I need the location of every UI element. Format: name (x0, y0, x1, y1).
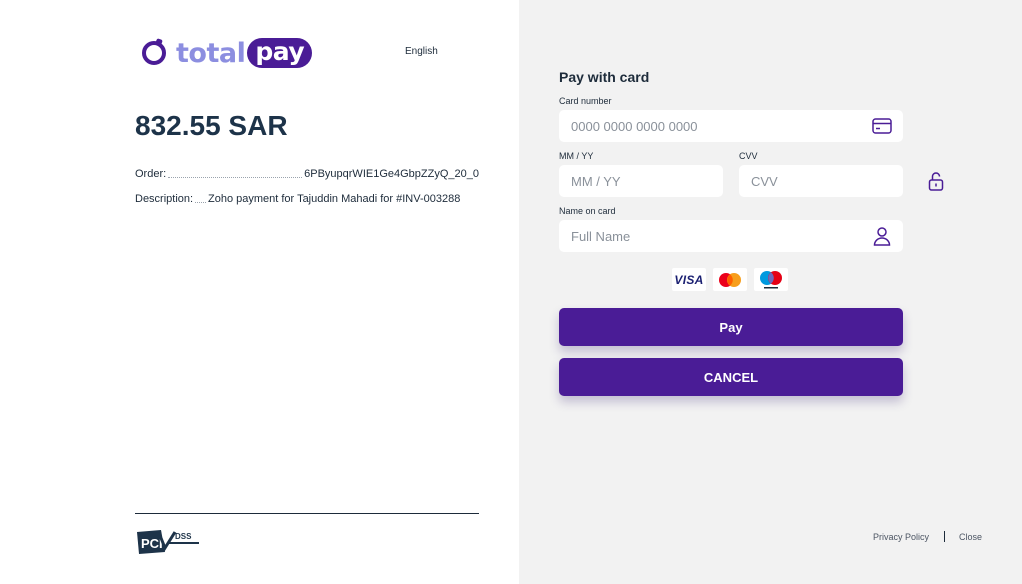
footer-links: Privacy Policy Close (300, 531, 982, 542)
name-on-card-label: Name on card (559, 206, 616, 216)
lock-icon (927, 170, 945, 192)
expiry-field (559, 165, 767, 197)
merchant-panel (0, 0, 519, 584)
form-title: Pay with card (559, 69, 650, 85)
expiry-input[interactable] (571, 165, 747, 197)
visa-text: VISA (674, 272, 704, 287)
visa-logo: VISA (672, 268, 706, 291)
user-icon (871, 225, 893, 247)
pay-button[interactable]: Pay (559, 308, 903, 346)
name-on-card-input[interactable] (571, 220, 871, 252)
order-label: Order: (135, 168, 167, 180)
payment-panel (519, 0, 1022, 584)
cvv-field (739, 165, 944, 197)
description-value: Zoho payment for Tajuddin Mahadi for #IN… (208, 193, 461, 205)
maestro-logo (754, 268, 788, 291)
language-selector[interactable]: English (405, 46, 438, 57)
order-leader-dots (168, 166, 303, 178)
payment-amount: 832.55 SAR (135, 110, 288, 141)
cvv-input[interactable] (751, 165, 927, 197)
description-leader-dots (195, 191, 206, 203)
pci-dss-logo: PCI DSS (137, 530, 199, 554)
card-number-label: Card number (559, 96, 612, 106)
order-row: Order: 6PByupqrWIE1Ge4GbpZZyQ_20_0 (135, 166, 479, 183)
mastercard-logo (713, 268, 747, 291)
card-number-input[interactable] (571, 110, 871, 142)
footer-divider (135, 513, 479, 514)
close-link[interactable]: Close (959, 532, 982, 542)
totalpay-logo: total pay (142, 37, 313, 69)
dss-text: DSS (175, 532, 192, 541)
description-label-wrap: Description: (135, 191, 208, 208)
cvv-label: CVV (739, 151, 758, 161)
credit-card-icon (871, 115, 893, 137)
name-on-card-field (559, 220, 903, 252)
footer-separator (943, 531, 945, 542)
cancel-button[interactable]: CANCEL (559, 358, 903, 396)
pci-text: PCI (141, 536, 163, 551)
description-label: Description: (135, 193, 194, 205)
accepted-cards: VISA (672, 268, 788, 291)
description-row: Description: Zoho payment for Tajuddin M… (135, 191, 479, 208)
logo-total-text: total (176, 37, 246, 69)
logo-pay-text: pay (247, 38, 313, 68)
logo-ring-icon (142, 41, 166, 65)
order-value: 6PByupqrWIE1Ge4GbpZZyQ_20_0 (304, 168, 479, 180)
privacy-policy-link[interactable]: Privacy Policy (873, 532, 929, 542)
card-number-field (559, 110, 903, 142)
expiry-label: MM / YY (559, 151, 594, 161)
